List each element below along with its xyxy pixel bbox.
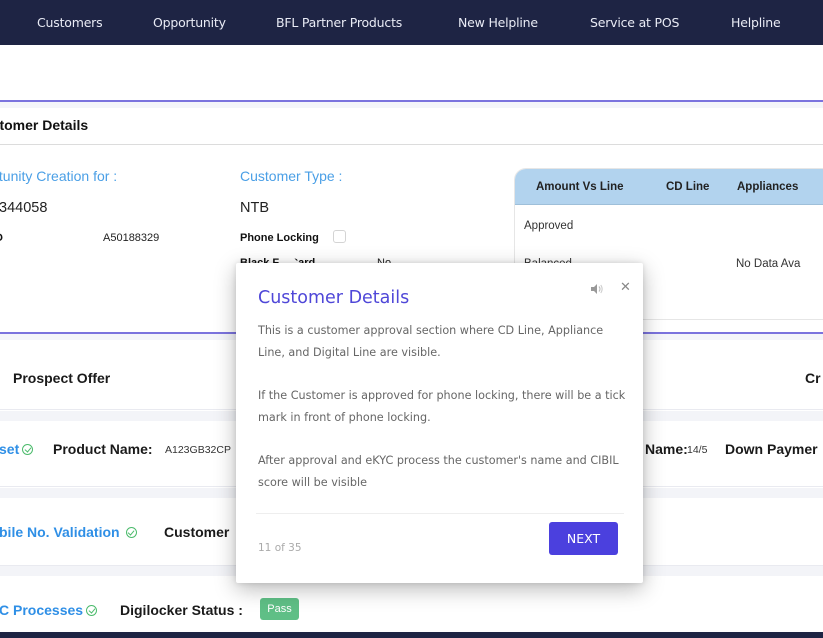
top-navigation: Customers Opportunity BFL Partner Produc… bbox=[0, 0, 823, 45]
tooltip-divider bbox=[256, 513, 624, 514]
asset-status: set bbox=[0, 441, 34, 457]
down-payment-label: Down Paymer bbox=[725, 441, 818, 457]
kyc-status: C Processes bbox=[0, 602, 98, 618]
tour-tooltip: Customer Details ✕ This is a customer ap… bbox=[236, 263, 643, 583]
product-name-label: Product Name: bbox=[53, 441, 153, 457]
kyc-row: C Processes Digilocker Status : bbox=[0, 576, 823, 630]
opportunity-creation-label: Opportunity Creation for : bbox=[0, 168, 118, 184]
nav-customers[interactable]: Customers bbox=[37, 15, 103, 30]
row-approved: Approved bbox=[524, 220, 574, 232]
nav-opportunity[interactable]: Opportunity bbox=[153, 15, 226, 30]
asset-label: set bbox=[0, 441, 20, 457]
customer-label: Customer bbox=[164, 524, 230, 540]
header-cd-line: CD Line bbox=[666, 181, 710, 193]
customer-details-title: Customer Details bbox=[0, 117, 89, 133]
nav-helpline[interactable]: Helpline bbox=[731, 15, 781, 30]
tooltip-arrow bbox=[279, 253, 299, 263]
no-data-text: No Data Ava bbox=[736, 258, 801, 270]
tooltip-title: Customer Details bbox=[258, 288, 410, 308]
phone-locking-label: Phone Locking bbox=[240, 232, 319, 244]
close-icon[interactable]: ✕ bbox=[620, 280, 631, 295]
nav-bfl-partner-products[interactable]: BFL Partner Products bbox=[276, 15, 402, 30]
divider bbox=[0, 144, 823, 145]
nav-new-helpline[interactable]: New Helpline bbox=[458, 15, 538, 30]
product-name-value: A123GB32CP bbox=[165, 444, 231, 456]
customer-type-value: NTB bbox=[240, 200, 269, 216]
tooltip-body: This is a customer approval section wher… bbox=[258, 320, 633, 515]
prospect-offer-title: Prospect Offer bbox=[13, 370, 111, 386]
mobile-validation-label: bile No. Validation bbox=[0, 524, 120, 540]
tooltip-paragraph: After approval and eKYC process the cust… bbox=[258, 454, 619, 489]
next-button[interactable]: NEXT bbox=[549, 522, 618, 555]
scheme-name-label: Name: bbox=[645, 441, 688, 457]
prospect-right-title: Cr bbox=[805, 370, 821, 386]
step-counter: 11 of 35 bbox=[258, 542, 302, 554]
id-label: ID bbox=[0, 232, 3, 244]
header-appliances: Appliances bbox=[737, 181, 799, 193]
tooltip-paragraph: If the Customer is approved for phone lo… bbox=[258, 389, 626, 424]
scheme-name-value: 14/5 bbox=[687, 444, 708, 456]
check-circle-icon bbox=[125, 527, 137, 538]
kyc-label: C Processes bbox=[0, 602, 84, 618]
check-circle-icon bbox=[22, 444, 34, 455]
tooltip-paragraph: This is a customer approval section wher… bbox=[258, 324, 604, 359]
bottom-bar bbox=[0, 632, 823, 638]
phone-locking-checkbox[interactable] bbox=[333, 230, 346, 243]
section-band bbox=[0, 102, 823, 108]
digilocker-status-badge: Pass bbox=[260, 598, 299, 620]
check-circle-icon bbox=[86, 605, 98, 616]
mobile-validation-status: bile No. Validation bbox=[0, 524, 137, 540]
opportunity-value: 344058 bbox=[0, 200, 48, 216]
header-amount-vs-line: Amount Vs Line bbox=[536, 181, 624, 193]
speaker-icon[interactable] bbox=[590, 283, 604, 295]
id-value: A50188329 bbox=[103, 232, 160, 244]
nav-service-at-pos[interactable]: Service at POS bbox=[590, 15, 679, 30]
table-header: Amount Vs Line CD Line Appliances bbox=[515, 169, 823, 205]
digilocker-status-label: Digilocker Status : bbox=[120, 602, 243, 618]
customer-type-label: Customer Type : bbox=[240, 168, 343, 184]
